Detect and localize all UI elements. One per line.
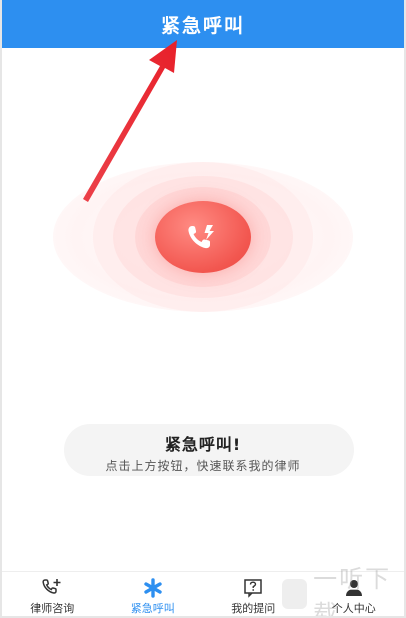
asterisk-icon — [144, 578, 162, 598]
info-title: 紧急呼叫! — [164, 435, 242, 454]
top-bar: 紧急呼叫 — [2, 0, 404, 48]
tab-lawyer-consult[interactable]: 律师咨询 — [2, 572, 103, 616]
tab-profile[interactable]: 个人中心 — [304, 572, 405, 616]
app-screen: 紧急呼叫 紧急呼叫! 点击上方按钮，快速联系我的律师 律师咨询 紧急呼叫 我的提… — [0, 0, 406, 618]
tab-label: 律师咨询 — [30, 602, 75, 615]
tab-label: 个人中心 — [331, 602, 376, 615]
page-title: 紧急呼叫 — [160, 14, 245, 37]
question-box-icon — [244, 579, 262, 598]
person-icon — [345, 580, 362, 596]
tab-label: 紧急呼叫 — [130, 602, 175, 615]
tab-label: 我的提问 — [231, 602, 276, 615]
tab-my-questions[interactable]: 我的提问 — [203, 572, 304, 616]
bottom-tab-bar: 律师咨询 紧急呼叫 我的提问 个人中心 — [2, 571, 404, 616]
tab-emergency-call[interactable]: 紧急呼叫 — [103, 572, 204, 616]
phone-plus-icon — [42, 579, 61, 594]
info-subtitle: 点击上方按钮，快速联系我的律师 — [105, 459, 301, 473]
phone-call-icon — [188, 225, 214, 249]
emergency-call-button[interactable] — [155, 201, 251, 273]
